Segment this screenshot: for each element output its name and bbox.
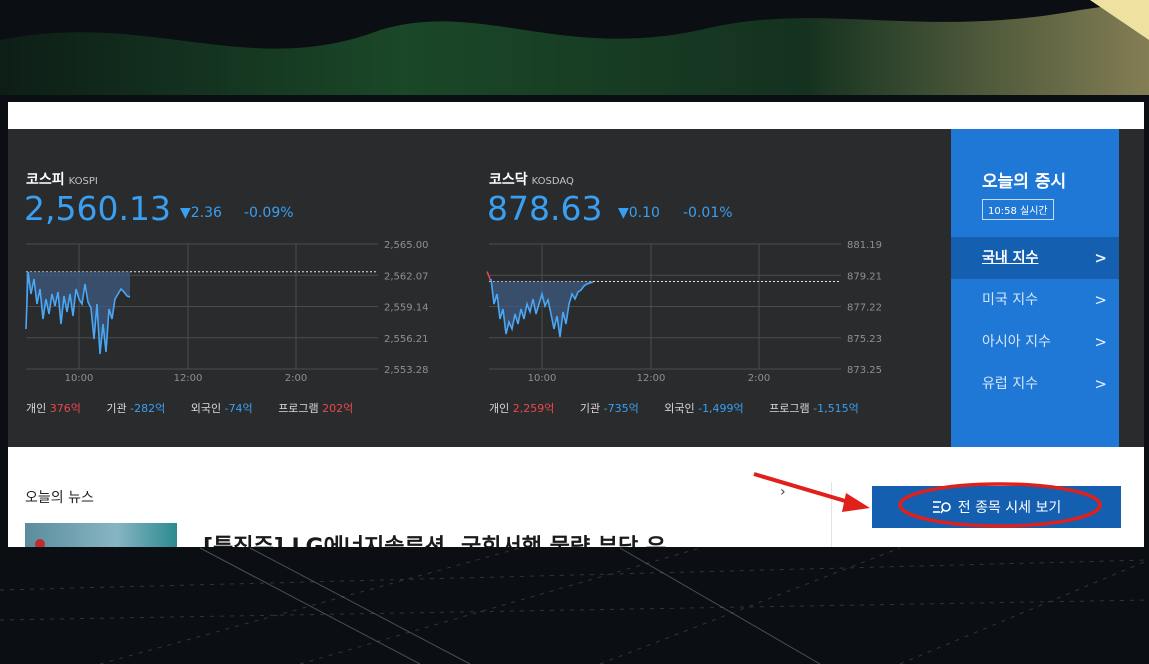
kosdaq-name-en: KOSDAQ	[531, 176, 574, 187]
y-tick-label: 877.22	[847, 303, 882, 314]
kospi-investor-institution: 기관 -282억	[106, 402, 166, 415]
x-tick-label: 10:00	[528, 373, 557, 384]
kospi-block[interactable]: 코스피 KOSPI 2,560.13 ▼2.36 -0.09% 2,565.00 2…	[8, 129, 438, 447]
kospi-value: 2,560.13	[24, 189, 171, 228]
menu-item-domestic[interactable]: 국내 지수 >	[951, 237, 1119, 279]
kospi-name-en: KOSPI	[68, 176, 98, 187]
chevron-right-icon: >	[1094, 333, 1107, 351]
y-tick-label: 879.21	[847, 271, 882, 282]
kospi-change: ▼2.36	[180, 205, 222, 221]
news-more-chevron-icon[interactable]: ›	[780, 484, 786, 500]
y-tick-label: 873.25	[847, 365, 882, 376]
kosdaq-investor-program: 프로그램 -1,515억	[769, 402, 859, 415]
index-menu: 국내 지수 > 미국 지수 > 아시아 지수 > 유럽 지수 >	[951, 237, 1119, 405]
kospi-chart[interactable]: 2,565.00 2,562.07 2,559.14 2,556.21 2,553.28…	[8, 234, 438, 394]
y-tick-label: 2,565.00	[384, 240, 429, 251]
news-section-title[interactable]: 오늘의 뉴스	[25, 487, 94, 507]
y-tick-label: 2,559.14	[384, 303, 429, 314]
y-tick-label: 881.19	[847, 240, 882, 251]
kosdaq-change: ▼0.10	[618, 205, 660, 221]
kosdaq-title[interactable]: 코스닥 KOSDAQ	[489, 169, 574, 189]
kosdaq-block[interactable]: 코스닥 KOSDAQ 878.63 ▼0.10 -0.01% 881.19 879.…	[471, 129, 901, 447]
chevron-right-icon: >	[1094, 291, 1107, 309]
kospi-investors: 개인 376억 기관 -282억 외국인 -74억 프로그램 202억	[26, 400, 375, 416]
kospi-name: 코스피	[26, 172, 65, 188]
x-tick-label: 12:00	[174, 373, 203, 384]
kospi-title[interactable]: 코스피 KOSPI	[26, 169, 98, 189]
stock-panel: 코스피 KOSPI 2,560.13 ▼2.36 -0.09% 2,565.00 2…	[8, 102, 1144, 547]
y-tick-label: 2,556.21	[384, 334, 429, 345]
kospi-change-pct: -0.09%	[244, 205, 294, 221]
chevron-right-icon: >	[1094, 249, 1107, 267]
kosdaq-investor-individual: 개인 2,259억	[489, 402, 555, 415]
news-thumbnail[interactable]	[25, 523, 177, 547]
y-tick-label: 2,553.28	[384, 365, 429, 376]
divider	[831, 482, 832, 547]
today-market-sidebar: 오늘의 증시 10:58 실시간 국내 지수 > 미국 지수 > 아시아 지수 > 유…	[951, 129, 1119, 447]
menu-item-europe[interactable]: 유럽 지수 >	[951, 363, 1119, 405]
all-stocks-button-label: 전 종목 시세 보기	[957, 500, 1062, 516]
kosdaq-chart[interactable]: 881.19 879.21 877.22 875.23 873.25 10:00 12:00…	[471, 234, 901, 394]
kospi-investor-program: 프로그램 202억	[278, 402, 354, 415]
kosdaq-change-pct: -0.01%	[683, 205, 733, 221]
y-tick-label: 875.23	[847, 334, 882, 345]
kospi-investor-foreign: 외국인 -74억	[190, 402, 253, 415]
kosdaq-investors: 개인 2,259억 기관 -735억 외국인 -1,499억 프로그램 -1,5…	[489, 400, 881, 416]
x-tick-label: 2:00	[285, 373, 307, 384]
thumbnail-mark	[35, 539, 45, 547]
menu-item-asia[interactable]: 아시아 지수 >	[951, 321, 1119, 363]
list-search-icon	[932, 501, 951, 514]
kosdaq-value: 878.63	[487, 189, 603, 228]
kospi-investor-individual: 개인 376억	[26, 402, 81, 415]
x-tick-label: 2:00	[748, 373, 770, 384]
news-headline[interactable]: [특징주] LG에너지솔루션, 국회서행 물량 부담 우...	[203, 529, 691, 547]
kosdaq-investor-foreign: 외국인 -1,499억	[664, 402, 744, 415]
x-tick-label: 10:00	[65, 373, 94, 384]
market-index-section: 코스피 KOSPI 2,560.13 ▼2.36 -0.09% 2,565.00 2…	[8, 129, 1144, 447]
chevron-right-icon: >	[1094, 375, 1107, 393]
kosdaq-name: 코스닥	[489, 172, 528, 188]
realtime-badge: 10:58 실시간	[982, 199, 1054, 220]
menu-item-us[interactable]: 미국 지수 >	[951, 279, 1119, 321]
all-stocks-price-button[interactable]: 전 종목 시세 보기	[872, 486, 1121, 528]
x-tick-label: 12:00	[637, 373, 666, 384]
sidebar-title[interactable]: 오늘의 증시	[982, 167, 1066, 192]
y-tick-label: 2,562.07	[384, 271, 429, 282]
kosdaq-investor-institution: 기관 -735억	[579, 402, 639, 415]
